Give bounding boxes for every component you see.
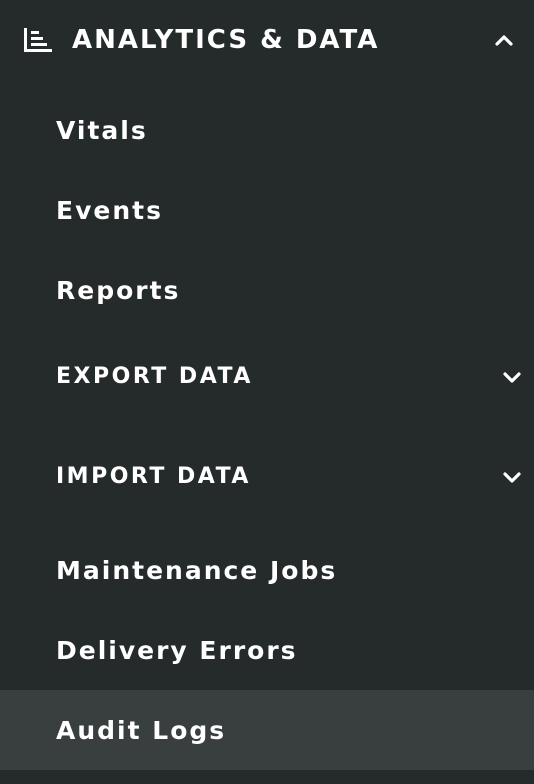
nav-group-export-data[interactable]: EXPORT DATA bbox=[0, 340, 534, 420]
nav-group-import-data[interactable]: IMPORT DATA bbox=[0, 440, 534, 520]
nav-item-events[interactable]: Events bbox=[0, 172, 534, 252]
chevron-up-icon[interactable] bbox=[494, 32, 514, 48]
bar-chart-icon bbox=[24, 28, 52, 52]
section-title: ANALYTICS & DATA bbox=[72, 25, 380, 55]
nav-item-delivery-errors[interactable]: Delivery Errors bbox=[0, 612, 534, 692]
nav-item-label: Audit Logs bbox=[56, 716, 227, 745]
nav-item-reports[interactable]: Reports bbox=[0, 252, 534, 332]
nav-item-audit-logs[interactable]: Audit Logs bbox=[0, 690, 534, 770]
section-header-analytics-data[interactable]: ANALYTICS & DATA bbox=[0, 0, 534, 80]
nav-item-label: Maintenance Jobs bbox=[56, 556, 338, 585]
sidebar-nav: ANALYTICS & DATA Vitals Events Reports E… bbox=[0, 0, 534, 784]
nav-item-label: Delivery Errors bbox=[56, 636, 298, 665]
nav-group-label: IMPORT DATA bbox=[56, 464, 251, 489]
nav-item-maintenance-jobs[interactable]: Maintenance Jobs bbox=[0, 532, 534, 612]
nav-item-label: Reports bbox=[56, 276, 181, 305]
nav-item-vitals[interactable]: Vitals bbox=[0, 92, 534, 172]
nav-item-label: Events bbox=[56, 196, 163, 225]
nav-group-label: EXPORT DATA bbox=[56, 364, 253, 389]
nav-item-label: Vitals bbox=[56, 116, 148, 145]
chevron-down-icon[interactable] bbox=[502, 370, 522, 386]
chevron-down-icon[interactable] bbox=[502, 470, 522, 486]
